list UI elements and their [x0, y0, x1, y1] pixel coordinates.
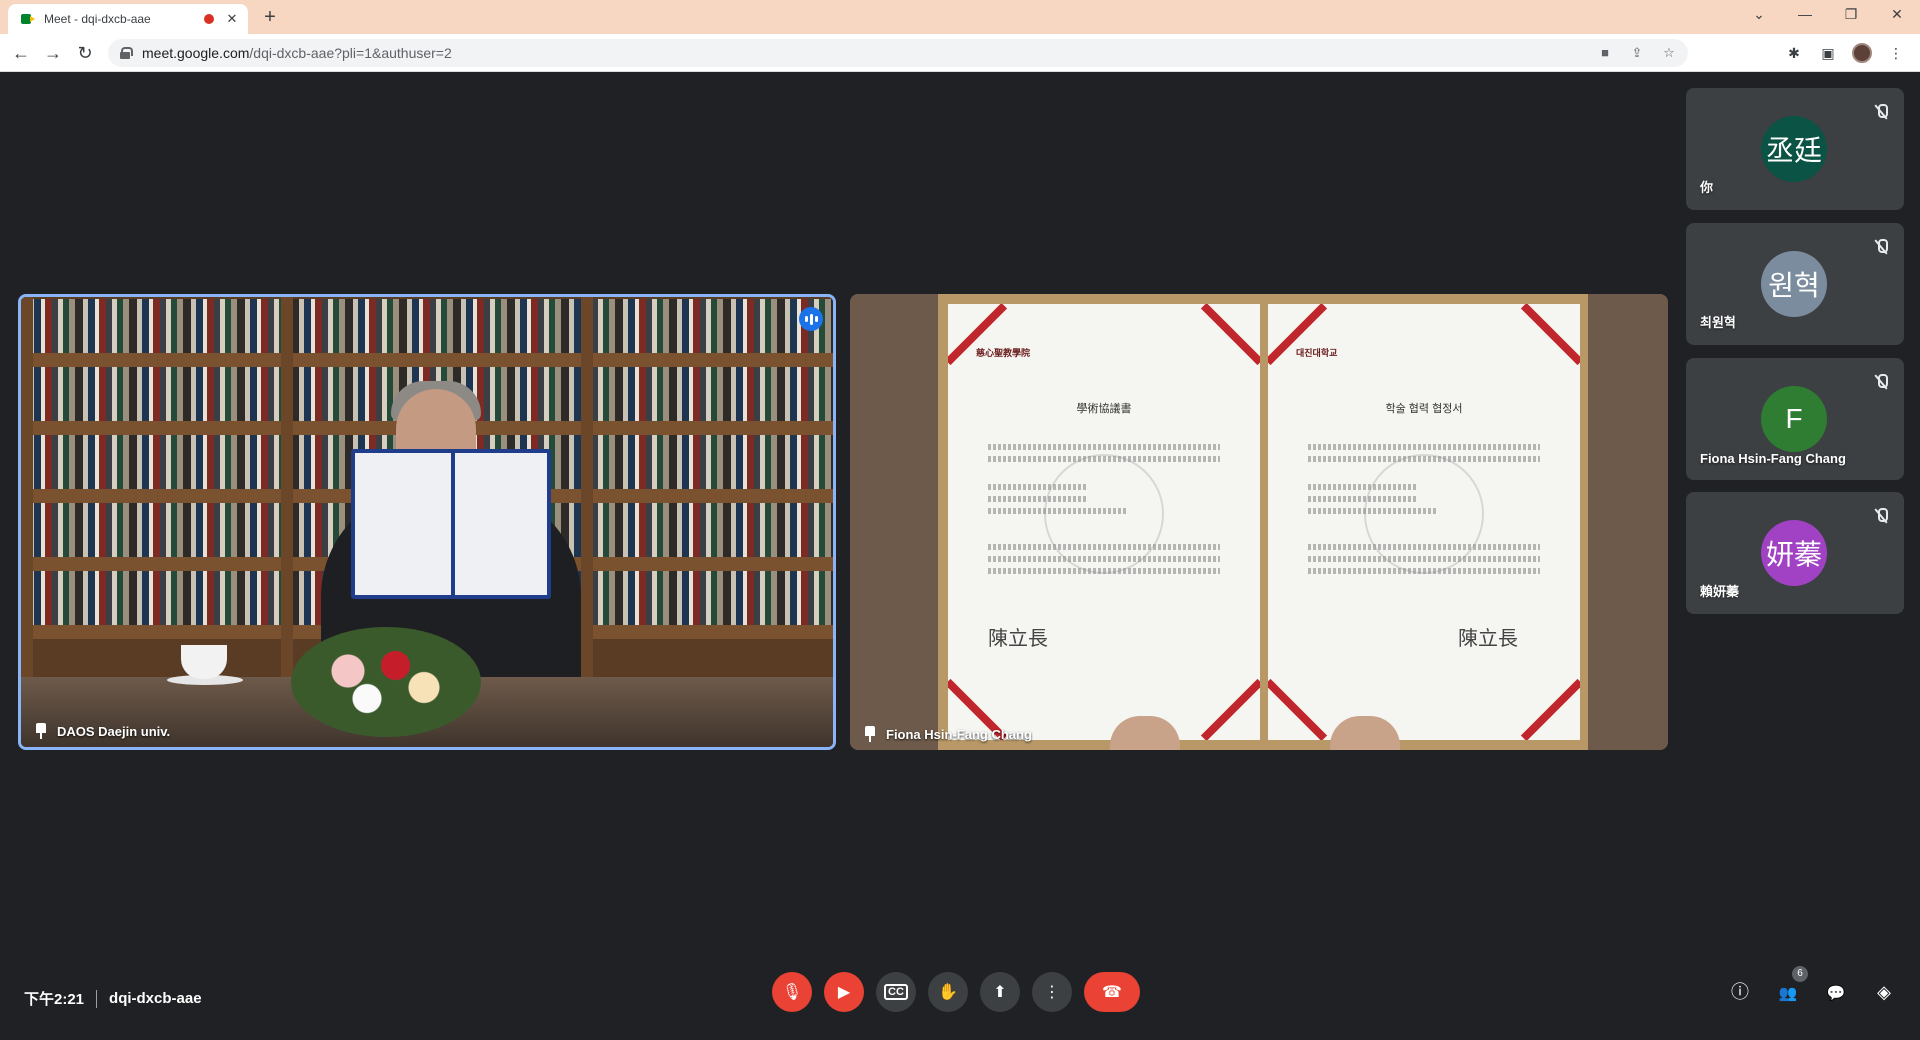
meeting-code: dqi-dxcb-aae	[109, 990, 202, 1007]
camera-toggle-button[interactable]: ▶	[824, 972, 864, 1012]
divider	[96, 989, 98, 1008]
people-button[interactable]: 👥 6	[1776, 966, 1808, 1004]
microphone-toggle-button[interactable]: 🎙	[772, 972, 812, 1012]
url-host: meet.google.com	[142, 45, 250, 61]
camera-in-use-icon[interactable]: ■	[1596, 44, 1614, 62]
tile-name-tag: Fiona Hsin-Fang Chang	[864, 726, 1032, 742]
participant-name: 최원혁	[1700, 315, 1736, 330]
more-vert-icon: ⋮	[1044, 984, 1060, 1001]
mic-off-icon	[1874, 508, 1888, 524]
signature: 陳立長	[988, 626, 1048, 650]
tab-search-button[interactable]: ⌄	[1736, 0, 1782, 30]
avatar: 丞廷	[1761, 116, 1827, 182]
pin-icon[interactable]	[35, 723, 47, 739]
mic-off-icon	[1874, 104, 1888, 120]
chat-icon: 💬	[1826, 985, 1846, 1002]
tab-close-icon[interactable]: ✕	[224, 11, 240, 27]
agreement-page-chinese: 慈心聖教學院 學術協議書 陳立長	[948, 304, 1260, 740]
document-heading: 學術協議書	[1076, 403, 1132, 415]
forward-button[interactable]: →	[40, 40, 66, 66]
browser-toolbar: ← → ↻ meet.google.com/dqi-dxcb-aae?pli=1…	[0, 34, 1920, 72]
video-tile-fiona[interactable]: 慈心聖教學院 學術協議書 陳立長 대진대학교 학술 협력 협정서 陳立長 Fio…	[850, 294, 1668, 750]
browser-menu-icon[interactable]: ⋮	[1886, 43, 1906, 63]
participant-name: 你	[1700, 180, 1714, 195]
leave-call-button[interactable]: ☎	[1084, 972, 1140, 1012]
tile-name-tag: DAOS Daejin univ.	[35, 723, 170, 739]
avatar: F	[1761, 386, 1827, 452]
avatar: 원혁	[1761, 251, 1827, 317]
info-icon: ⓘ	[1731, 982, 1749, 1002]
meeting-details-button[interactable]: ⓘ	[1728, 980, 1752, 1004]
mic-off-icon: 🎙	[781, 984, 803, 1001]
participant-name: Fiona Hsin-Fang Chang	[886, 726, 1032, 742]
pin-icon[interactable]	[864, 726, 876, 742]
speaking-indicator-icon	[799, 307, 823, 331]
tab-title: Meet - dqi-dxcb-aae	[44, 12, 151, 26]
meeting-control-bar: 下午2:21 dqi-dxcb-aae 🎙 ▶ CC ✋ ⬆ ⋮ ☎ ⓘ 👥 6…	[0, 958, 1920, 1040]
participant-tile-self[interactable]: 丞廷 你	[1686, 88, 1904, 210]
side-panel-tools: ⓘ 👥 6 💬 ◈	[1728, 966, 1896, 1004]
raise-hand-button[interactable]: ✋	[928, 972, 968, 1012]
end-call-icon: ☎	[1102, 984, 1122, 1001]
activities-icon: ◈	[1877, 982, 1891, 1002]
participant-name: Fiona Hsin-Fang Chang	[1700, 451, 1846, 466]
meeting-time: 下午2:21	[24, 991, 85, 1008]
new-tab-button[interactable]: +	[258, 6, 282, 30]
extension-toolbar: ✱ ▣ ⋮	[1784, 43, 1906, 63]
restore-button[interactable]: ❐	[1828, 0, 1874, 30]
university-logo: 대진대학교	[1296, 348, 1338, 358]
video-tile-daos[interactable]: DAOS Daejin univ.	[18, 294, 836, 750]
lock-icon[interactable]	[120, 47, 133, 59]
activities-button[interactable]: ◈	[1872, 980, 1896, 1004]
participant-tile-lai[interactable]: 妍蓁 賴妍蓁	[1686, 492, 1904, 614]
present-screen-button[interactable]: ⬆	[980, 972, 1020, 1012]
mic-off-icon	[1874, 239, 1888, 255]
meeting-details: 下午2:21 dqi-dxcb-aae	[24, 988, 202, 1009]
captions-icon: CC	[884, 984, 908, 1000]
close-window-button[interactable]: ✕	[1874, 0, 1920, 30]
agreement-page-korean: 대진대학교 학술 협력 협정서 陳立長	[1268, 304, 1580, 740]
participant-name: 賴妍蓁	[1700, 584, 1740, 599]
browser-tab-meet[interactable]: Meet - dqi-dxcb-aae ✕	[8, 4, 248, 34]
document-heading: 학술 협력 협정서	[1385, 403, 1463, 415]
share-icon[interactable]: ⇪	[1628, 44, 1646, 62]
chat-button[interactable]: 💬	[1824, 980, 1848, 1004]
participant-count-badge: 6	[1792, 966, 1808, 982]
meet-stage: DAOS Daejin univ. 慈心聖教學院 學術協議書 陳立長 대진대학교…	[0, 72, 1920, 1040]
participant-name: DAOS Daejin univ.	[57, 723, 171, 739]
college-logo: 慈心聖教學院	[976, 348, 1031, 358]
url-path: /dqi-dxcb-aae?pli=1&authuser=2	[249, 45, 452, 61]
address-bar[interactable]: meet.google.com/dqi-dxcb-aae?pli=1&authu…	[108, 39, 1688, 67]
reload-button[interactable]: ↻	[72, 40, 98, 66]
recording-indicator-icon	[204, 14, 214, 24]
people-icon: 👥	[1778, 985, 1798, 1002]
video-feed: 慈心聖教學院 學術協議書 陳立長 대진대학교 학술 협력 협정서 陳立長	[850, 294, 1668, 750]
browser-tab-strip: Meet - dqi-dxcb-aae ✕ + ⌄ — ❐ ✕	[0, 0, 1920, 34]
google-meet-icon	[20, 11, 36, 27]
profile-avatar[interactable]	[1852, 43, 1872, 63]
minimize-button[interactable]: —	[1782, 0, 1828, 30]
window-controls: ⌄ — ❐ ✕	[1736, 0, 1920, 30]
avatar: 妍蓁	[1761, 520, 1827, 586]
call-controls: 🎙 ▶ CC ✋ ⬆ ⋮ ☎	[772, 972, 1140, 1012]
address-bar-icons: ■ ⇪ ☆	[1596, 44, 1678, 62]
participant-tile-choi[interactable]: 원혁 최원혁	[1686, 223, 1904, 345]
back-button[interactable]: ←	[8, 40, 34, 66]
signature: 陳立長	[1458, 626, 1518, 650]
hand-icon: ✋	[938, 984, 958, 1001]
side-panel-icon[interactable]: ▣	[1818, 43, 1838, 63]
camera-off-icon: ▶	[837, 984, 851, 1001]
bookmark-star-icon[interactable]: ☆	[1660, 44, 1678, 62]
participant-tile-fiona[interactable]: F Fiona Hsin-Fang Chang	[1686, 358, 1904, 480]
present-icon: ⬆	[993, 984, 1007, 1001]
video-feed	[21, 297, 833, 747]
more-options-button[interactable]: ⋮	[1032, 972, 1072, 1012]
extensions-icon[interactable]: ✱	[1784, 43, 1804, 63]
captions-button[interactable]: CC	[876, 972, 916, 1012]
mic-off-icon	[1874, 374, 1888, 390]
